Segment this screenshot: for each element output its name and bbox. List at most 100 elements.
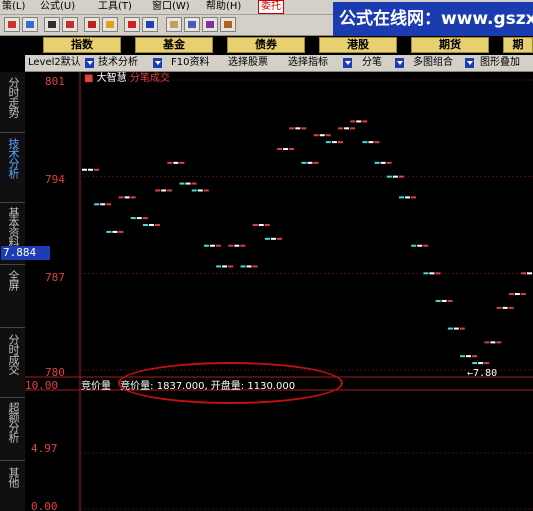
annotation-ellipse <box>118 362 343 404</box>
tick-mark <box>203 189 209 192</box>
side-tab-other[interactable]: 其他 <box>2 467 22 487</box>
func-ticks[interactable]: 分笔 <box>359 55 382 71</box>
chart-menu-icon[interactable]: ■ <box>84 73 97 84</box>
price-chart[interactable]: ■ 大智慧 分笔成交 801 794 787 780 7.884 ←7.80 1… <box>1 72 533 511</box>
tick-mark <box>228 244 234 247</box>
tick-mark <box>417 244 423 247</box>
dropdown-arrow-icon[interactable] <box>395 58 404 68</box>
func-overlay[interactable]: 图形叠加 <box>477 55 520 71</box>
tick-mark <box>325 141 331 144</box>
side-tab-excess[interactable]: 超额分析 <box>2 402 22 442</box>
books-icon[interactable] <box>220 17 236 32</box>
tick-mark <box>435 299 441 302</box>
watermark-banner: 公式在线网：www.gszx.com.cn <box>333 2 533 36</box>
tick-mark <box>179 182 185 185</box>
dropdown-arrow-icon[interactable] <box>153 58 162 68</box>
volume-tick-label: 4.97 <box>31 442 58 455</box>
folder-icon[interactable] <box>166 17 182 32</box>
tick-mark <box>478 362 484 365</box>
divider <box>0 132 25 133</box>
tick-mark <box>295 127 301 130</box>
diamond-icon[interactable] <box>102 17 118 32</box>
tick-mark <box>447 299 453 302</box>
tick-mark <box>520 293 526 296</box>
tick-mark <box>161 189 167 192</box>
side-tab-intraday[interactable]: 分时走势 <box>2 77 22 117</box>
tick-mark <box>142 224 148 226</box>
tick-mark <box>411 196 417 199</box>
dropdown-arrow-icon[interactable] <box>465 58 474 68</box>
tick-mark <box>331 141 337 144</box>
tick-mark <box>356 120 362 123</box>
func-f10[interactable]: F10资料 <box>168 55 209 71</box>
flag-icon[interactable] <box>124 17 140 32</box>
menu-tools[interactable]: 工具(T) <box>98 0 132 14</box>
tick-mark <box>118 230 124 233</box>
alert-icon[interactable] <box>62 17 78 32</box>
tab-more[interactable]: 期 <box>503 37 533 53</box>
dropdown-arrow-icon[interactable] <box>85 58 94 68</box>
tick-mark <box>429 272 435 275</box>
tick-mark <box>216 265 222 268</box>
tick-mark <box>136 217 142 220</box>
side-tab-ticks[interactable]: 分时成交 <box>2 334 22 374</box>
auction-label: 竞价量 <box>81 381 111 392</box>
tick-mark <box>203 244 209 247</box>
menu-window[interactable]: 窗口(W) <box>152 0 190 14</box>
tab-hk[interactable]: 港股 <box>319 37 397 53</box>
divider <box>0 202 25 203</box>
side-tab-fundamentals[interactable]: 基本资料 <box>2 207 22 247</box>
menu-help[interactable]: 帮助(H) <box>206 0 241 14</box>
bars-icon[interactable] <box>202 17 218 32</box>
tick-mark <box>264 224 270 226</box>
tick-mark <box>386 161 392 164</box>
tick-mark <box>484 362 490 365</box>
tick-mark <box>167 189 173 192</box>
func-select-stock[interactable]: 选择股票 <box>225 55 268 71</box>
side-tab-fullscreen[interactable]: 全屏 <box>2 270 22 290</box>
tick-mark <box>447 327 453 330</box>
tick-mark <box>527 272 532 275</box>
price-tick-label: 794 <box>45 173 65 186</box>
tab-bond[interactable]: 债券 <box>227 37 305 53</box>
tab-fund[interactable]: 基金 <box>135 37 213 53</box>
tick-mark <box>344 127 350 130</box>
side-tab-technical[interactable]: 技术分析 <box>2 138 22 178</box>
dropdown-arrow-icon[interactable] <box>343 58 352 68</box>
tick-mark <box>368 141 374 144</box>
tick-mark <box>276 237 282 240</box>
info-icon[interactable] <box>142 17 158 32</box>
tick-mark <box>301 127 307 130</box>
binoculars-icon[interactable] <box>44 17 60 32</box>
window-icon[interactable] <box>184 17 200 32</box>
tick-mark <box>277 148 283 151</box>
tab-futures[interactable]: 期货 <box>411 37 489 53</box>
tick-mark <box>313 134 319 137</box>
divider <box>0 397 25 398</box>
menu-formula[interactable]: 公式(U) <box>40 0 75 14</box>
tick-mark <box>100 203 106 206</box>
func-level2-default[interactable]: Level2默认 <box>25 55 81 71</box>
tick-mark <box>94 168 99 171</box>
tick-mark <box>179 161 185 164</box>
func-select-indicator[interactable]: 选择指标 <box>285 55 328 71</box>
layout-icon[interactable] <box>22 17 38 32</box>
menu-strategy[interactable]: 策(L) <box>2 0 25 14</box>
tab-index[interactable]: 指数 <box>43 37 121 53</box>
f10-icon[interactable] <box>84 17 100 32</box>
tick-mark <box>325 134 331 137</box>
tick-mark <box>313 161 319 164</box>
menu-trade[interactable]: 委托 <box>258 0 284 14</box>
tick-mark <box>154 224 160 226</box>
grid-icon[interactable] <box>4 17 20 32</box>
tick-mark <box>142 217 148 220</box>
tick-mark <box>362 120 368 123</box>
tick-mark <box>258 224 264 226</box>
func-multi-chart[interactable]: 多图组合 <box>410 55 453 71</box>
tick-mark <box>209 244 215 247</box>
tick-mark <box>240 265 246 268</box>
tick-mark <box>252 265 258 268</box>
tick-mark <box>118 196 124 199</box>
tick-mark <box>350 127 356 130</box>
tick-mark <box>472 362 478 365</box>
